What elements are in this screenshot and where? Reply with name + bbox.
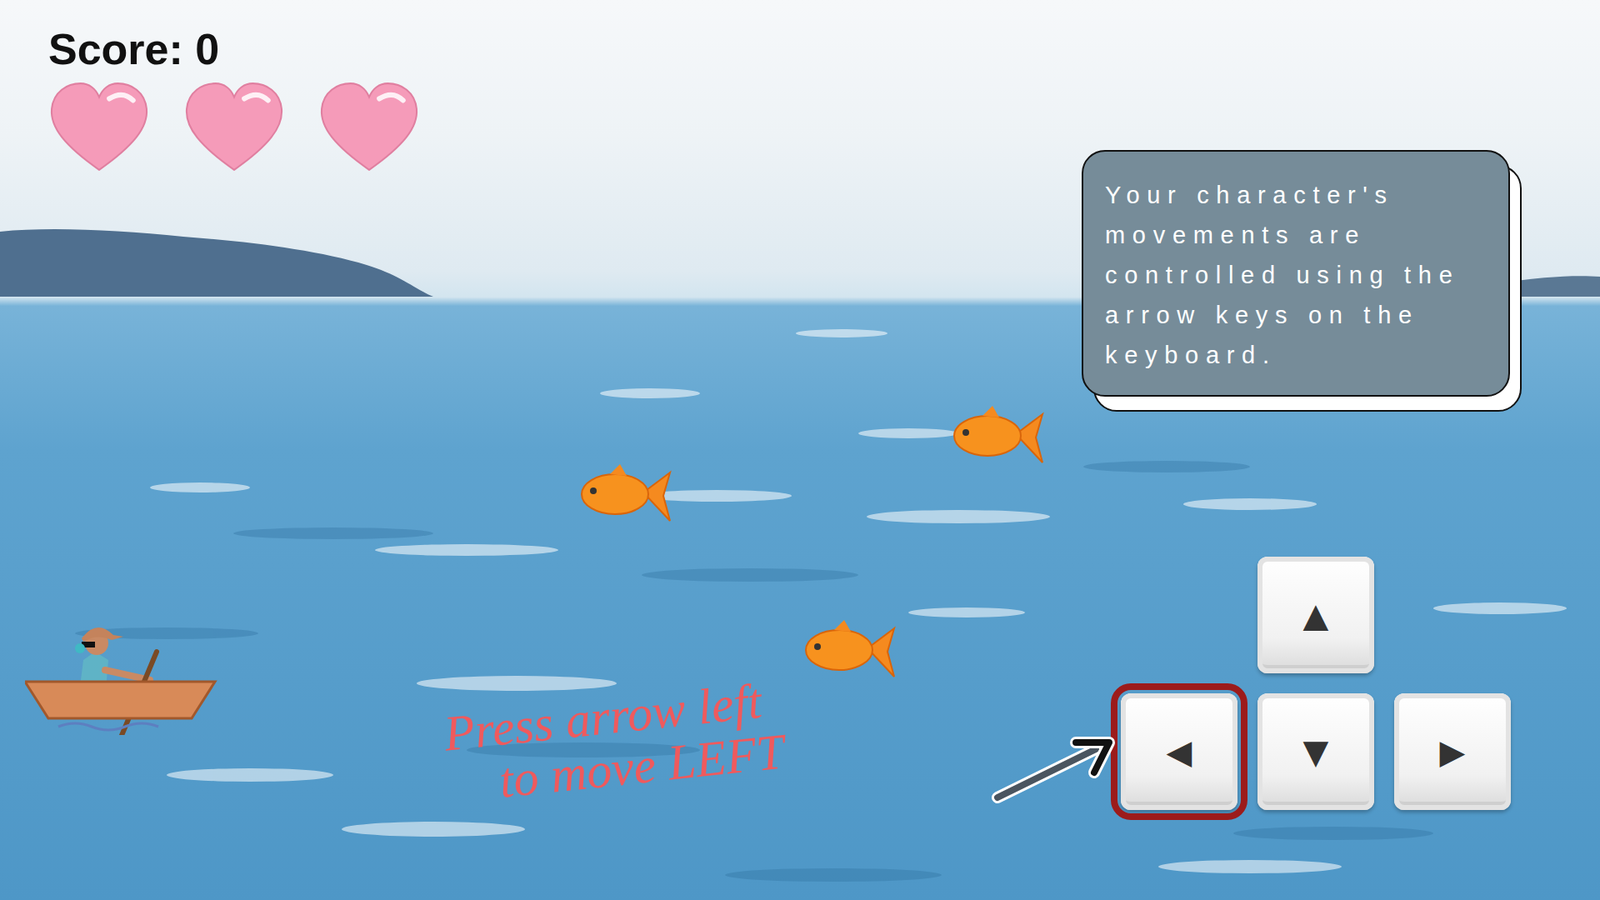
fisher-boat-icon	[25, 610, 219, 735]
life-heart-icon	[183, 81, 285, 174]
fish-icon	[576, 462, 675, 528]
arrow-keys: ▲ ◀ ▼ ▶	[1120, 556, 1511, 810]
hint-text: Press arrow leftto move LEFT	[441, 673, 787, 813]
game-canvas: Score: 0 Your character's movements are …	[0, 0, 1600, 900]
hud: Score: 0	[48, 23, 420, 174]
life-heart-icon	[318, 81, 420, 174]
fish-icon	[949, 404, 1048, 470]
key-label: ▲	[1303, 590, 1330, 640]
lives-row	[48, 81, 420, 174]
fish-icon	[800, 618, 900, 684]
key-label: ◀	[1166, 726, 1193, 777]
score-label: Score: 0	[48, 23, 420, 75]
arrow-key[interactable]: ◀	[1120, 693, 1238, 810]
tutorial-tooltip: Your character's movements are controlle…	[1081, 150, 1510, 397]
tooltip-text: Your character's movements are controlle…	[1081, 150, 1510, 397]
life-heart-icon	[48, 81, 150, 174]
key-label: ▼	[1303, 726, 1330, 777]
arrow-key[interactable]: ▲	[1257, 556, 1375, 674]
key-label: ▶	[1440, 726, 1466, 777]
arrow-key[interactable]: ▶	[1394, 693, 1511, 810]
pointer-arrow-icon	[987, 729, 1121, 813]
arrow-key[interactable]: ▼	[1257, 693, 1375, 810]
